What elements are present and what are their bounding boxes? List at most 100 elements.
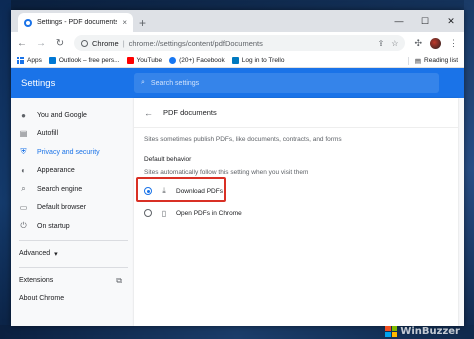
address-bar[interactable]: Chrome | chrome://settings/content/pdfDo…: [74, 35, 406, 51]
radio-open-pdfs-in-chrome[interactable]: [144, 209, 152, 217]
search-icon: ⌕: [141, 79, 145, 86]
settings-header: Settings ⌕ Search settings: [11, 68, 464, 98]
external-link-icon: ⧉: [116, 275, 122, 285]
close-window-button[interactable]: ✕: [438, 10, 464, 32]
shield-icon: ⛨: [20, 147, 27, 157]
profile-avatar[interactable]: [430, 37, 441, 49]
sidebar-divider: [19, 266, 128, 268]
sidebar-item-label: You and Google: [37, 111, 87, 119]
reading-list-button[interactable]: ▤ Reading list: [407, 56, 458, 65]
bookmark-youtube[interactable]: YouTube: [126, 57, 163, 64]
bookmark-facebook[interactable]: (20+) Facebook: [169, 57, 225, 64]
windows-logo-icon: [385, 326, 398, 337]
sidebar-item-default-browser[interactable]: ▭ Default browser: [11, 199, 134, 218]
tab-title: Settings - PDF documents: [37, 19, 118, 26]
sidebar-item-extensions[interactable]: Extensions ⧉: [11, 272, 134, 290]
desktop-background-right: [464, 0, 474, 339]
toolbar-actions: ✣ ⋮: [414, 37, 458, 49]
default-behavior-title: Default behavior: [144, 156, 192, 163]
bookmark-label: YouTube: [136, 57, 163, 64]
chevron-down-icon: ▾: [54, 250, 58, 258]
sidebar-item-label: On startup: [37, 222, 70, 230]
address-host: Chrome: [92, 38, 119, 48]
maximize-button[interactable]: ☐: [412, 10, 438, 32]
bookmark-label: Apps: [27, 57, 42, 64]
sidebar-divider: [19, 239, 128, 241]
settings-body: ● You and Google ▤ Autofill ⛨ Privacy an…: [11, 98, 464, 326]
chrome-page-icon: [81, 39, 88, 47]
bookmark-label: Log in to Trello: [241, 57, 285, 64]
outlook-icon: [48, 57, 56, 64]
bookmark-label: Outlook – free pers...: [58, 57, 120, 64]
address-url: chrome://settings/content/pdfDocuments: [128, 38, 263, 48]
clipboard-icon: ▤: [19, 129, 28, 139]
bookmarks-bar: Apps Outlook – free pers... YouTube (20+…: [11, 54, 464, 68]
back-arrow-icon[interactable]: ←: [144, 108, 153, 118]
search-icon: ⌕: [21, 184, 26, 194]
sidebar-item-label: Appearance: [37, 167, 75, 175]
sidebar-item-about-chrome[interactable]: About Chrome: [11, 290, 134, 308]
bookmark-outlook[interactable]: Outlook – free pers...: [48, 57, 120, 64]
sidebar-item-on-startup[interactable]: ⏻ On startup: [11, 217, 134, 236]
sidebar-item-you-and-google[interactable]: ● You and Google: [11, 106, 134, 125]
option-label: Open PDFs in Chrome: [176, 209, 242, 217]
apps-grid-icon: [17, 57, 24, 64]
radio-download-pdfs[interactable]: [144, 187, 152, 195]
option-download-pdfs[interactable]: ⤓ Download PDFs: [134, 177, 458, 202]
palette-icon: ◐: [21, 166, 26, 176]
browser-icon: ▭: [19, 203, 28, 213]
reload-button[interactable]: ↻: [55, 38, 65, 49]
sidebar-item-privacy-and-security[interactable]: ⛨ Privacy and security: [11, 143, 134, 162]
tab-settings[interactable]: Settings - PDF documents ×: [18, 13, 133, 32]
back-button[interactable]: ←: [17, 38, 27, 49]
new-tab-button[interactable]: +: [139, 17, 146, 29]
page-description: Sites sometimes publish PDFs, like docum…: [144, 136, 342, 143]
extensions-icon[interactable]: ✣: [414, 38, 422, 49]
tab-close-icon[interactable]: ×: [122, 18, 127, 27]
sidebar-item-label: Extensions: [19, 277, 54, 284]
settings-sidebar: ● You and Google ▤ Autofill ⛨ Privacy an…: [11, 98, 134, 326]
bookmark-trello[interactable]: Log in to Trello: [231, 57, 285, 64]
browser-toolbar: ← → ↻ Chrome | chrome://settings/content…: [11, 32, 464, 54]
option-open-pdfs-in-chrome[interactable]: ▯ Open PDFs in Chrome: [134, 202, 458, 224]
sidebar-item-appearance[interactable]: ◐ Appearance: [11, 162, 134, 181]
sidebar-item-label: Autofill: [37, 130, 59, 138]
address-separator: |: [122, 38, 125, 48]
sidebar-item-advanced[interactable]: Advanced ▾: [11, 245, 134, 263]
watermark-text: WinBuzzer: [400, 326, 460, 337]
search-placeholder: Search settings: [150, 79, 200, 87]
reading-list-icon: ▤: [414, 57, 422, 65]
youtube-icon: [126, 57, 134, 64]
trello-icon: [231, 57, 239, 64]
page-title: Settings: [21, 77, 56, 89]
document-icon: ▯: [161, 208, 167, 218]
address-actions: ⇪ ☆: [378, 39, 399, 48]
default-behavior-subtitle: Sites automatically follow this setting …: [144, 169, 309, 176]
tab-strip: Settings - PDF documents × + — ☐ ✕: [11, 10, 464, 32]
minimize-button[interactable]: —: [386, 10, 412, 32]
browser-window: Settings - PDF documents × + — ☐ ✕ ← → ↻…: [11, 10, 464, 326]
bookmark-star-icon[interactable]: ☆: [391, 39, 398, 48]
sidebar-item-label: Advanced: [19, 250, 51, 257]
desktop-background-left: [0, 0, 11, 339]
sidebar-item-autofill[interactable]: ▤ Autofill: [11, 125, 134, 144]
sidebar-item-label: Search engine: [37, 185, 83, 193]
content-header: ← PDF documents: [134, 98, 458, 128]
search-input[interactable]: ⌕ Search settings: [134, 73, 439, 93]
sidebar-item-label: About Chrome: [19, 295, 65, 302]
sidebar-item-label: Default browser: [37, 204, 87, 212]
person-icon: ●: [21, 110, 26, 120]
bookmark-apps[interactable]: Apps: [17, 57, 42, 64]
reading-list-label: Reading list: [424, 57, 458, 64]
sidebar-item-search-engine[interactable]: ⌕ Search engine: [11, 180, 134, 199]
settings-content-card: ← PDF documents Sites sometimes publish …: [134, 98, 458, 326]
bookmark-label: (20+) Facebook: [179, 57, 225, 64]
sidebar-item-label: Privacy and security: [37, 148, 100, 156]
section-heading: PDF documents: [163, 108, 217, 117]
watermark: WinBuzzer: [385, 325, 460, 338]
forward-button[interactable]: →: [36, 38, 46, 49]
power-icon: ⏻: [20, 221, 27, 231]
menu-icon[interactable]: ⋮: [449, 38, 458, 49]
share-icon[interactable]: ⇪: [378, 39, 385, 48]
window-controls: — ☐ ✕: [386, 10, 464, 32]
